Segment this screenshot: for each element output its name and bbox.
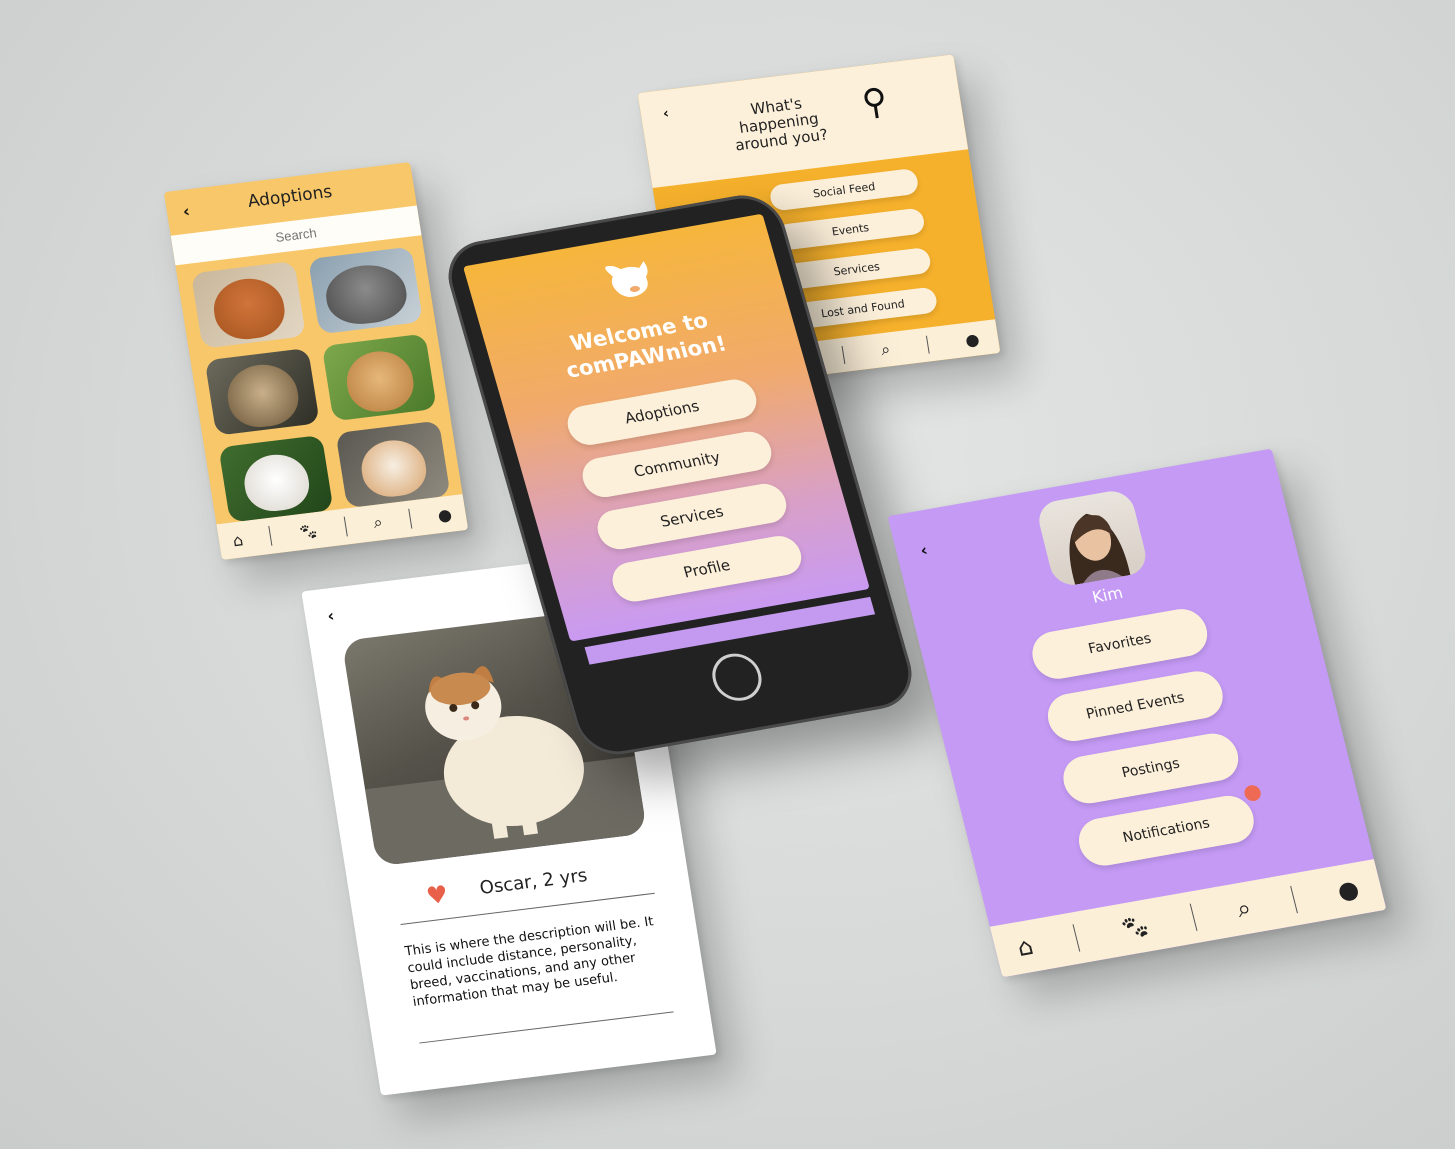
- back-button[interactable]: ‹: [662, 106, 670, 123]
- profile-screen: ‹ Kim Favorites Pinned Events Postings N…: [887, 448, 1387, 978]
- button-label: Lost and Found: [820, 296, 906, 320]
- nav-divider: [1072, 923, 1081, 952]
- pet-name: Oscar, 2 yrs: [478, 865, 589, 899]
- button-label: Favorites: [1086, 630, 1153, 658]
- community-headline: What's happening around you?: [710, 91, 847, 157]
- services-button[interactable]: Services: [781, 246, 933, 291]
- button-label: Pinned Events: [1084, 689, 1187, 723]
- divider: [419, 1011, 674, 1044]
- bottom-nav: ⌂ 🐾︎ ⌕ ●: [989, 859, 1387, 978]
- pet-tile-white-cat[interactable]: [335, 420, 451, 509]
- avatar: [1034, 487, 1151, 589]
- phone-home-button[interactable]: [706, 649, 768, 705]
- notifications-button[interactable]: Notifications: [1073, 792, 1259, 870]
- nav-divider: [1189, 903, 1198, 932]
- pet-grid: [190, 246, 451, 523]
- button-label: Adoptions: [622, 396, 702, 428]
- favorites-button[interactable]: Favorites: [1027, 605, 1213, 683]
- welcome-heading: Welcome to comPAWnion!: [486, 293, 800, 396]
- person-icon[interactable]: ●: [436, 504, 453, 524]
- nav-divider: [408, 508, 413, 529]
- dog-logo-icon: [605, 261, 648, 297]
- pet-tile-cat[interactable]: [307, 246, 424, 335]
- button-label: Services: [832, 259, 881, 279]
- home-icon[interactable]: ⌂: [1014, 932, 1036, 962]
- home-icon[interactable]: ⌂: [231, 530, 244, 550]
- person-icon[interactable]: ●: [1334, 875, 1361, 906]
- button-label: Notifications: [1121, 815, 1212, 847]
- search-icon[interactable]: ⌕: [372, 512, 384, 533]
- community-header: ‹ What's happening around you?: [637, 54, 969, 189]
- mockup-stage: ‹ Adoptions ⌂: [0, 0, 1455, 1149]
- nav-divider: [925, 335, 930, 354]
- search-icon[interactable]: ⌕: [1234, 894, 1254, 924]
- button-label: Postings: [1120, 755, 1182, 782]
- nav-divider: [1290, 885, 1299, 914]
- adoptions-screen: ‹ Adoptions ⌂: [163, 162, 469, 560]
- nav-divider: [343, 516, 349, 537]
- back-button[interactable]: ‹: [918, 540, 929, 560]
- pinned-events-button[interactable]: Pinned Events: [1042, 667, 1228, 745]
- button-label: Events: [830, 220, 870, 238]
- paw-icon[interactable]: 🐾︎: [297, 521, 320, 542]
- back-button[interactable]: ‹: [326, 606, 336, 626]
- pet-tile-tabby-cat[interactable]: [204, 347, 320, 436]
- nav-divider: [268, 525, 273, 546]
- postings-button[interactable]: Postings: [1058, 729, 1244, 808]
- notification-badge: [1242, 783, 1263, 803]
- avatar-portrait: [1069, 513, 1131, 585]
- person-icon[interactable]: ●: [964, 329, 981, 349]
- button-label: Services: [658, 502, 726, 531]
- search-icon[interactable]: ⌕: [880, 339, 892, 360]
- button-label: Community: [631, 448, 723, 481]
- pet-tile-shiba-dog[interactable]: [321, 333, 437, 422]
- favorite-heart-icon[interactable]: ♥: [424, 880, 450, 910]
- paw-icon[interactable]: 🐾︎: [1117, 911, 1154, 944]
- nav-divider: [841, 345, 846, 365]
- button-label: Social Feed: [812, 179, 877, 200]
- button-label: Profile: [681, 556, 733, 582]
- pet-description: This is where the description will be. I…: [403, 914, 655, 1010]
- pet-tile-white-dog[interactable]: [218, 434, 334, 523]
- search-icon[interactable]: [859, 85, 890, 122]
- events-button[interactable]: Events: [774, 207, 926, 252]
- pet-tile-dog[interactable]: [190, 260, 306, 349]
- social-feed-button[interactable]: Social Feed: [768, 167, 920, 212]
